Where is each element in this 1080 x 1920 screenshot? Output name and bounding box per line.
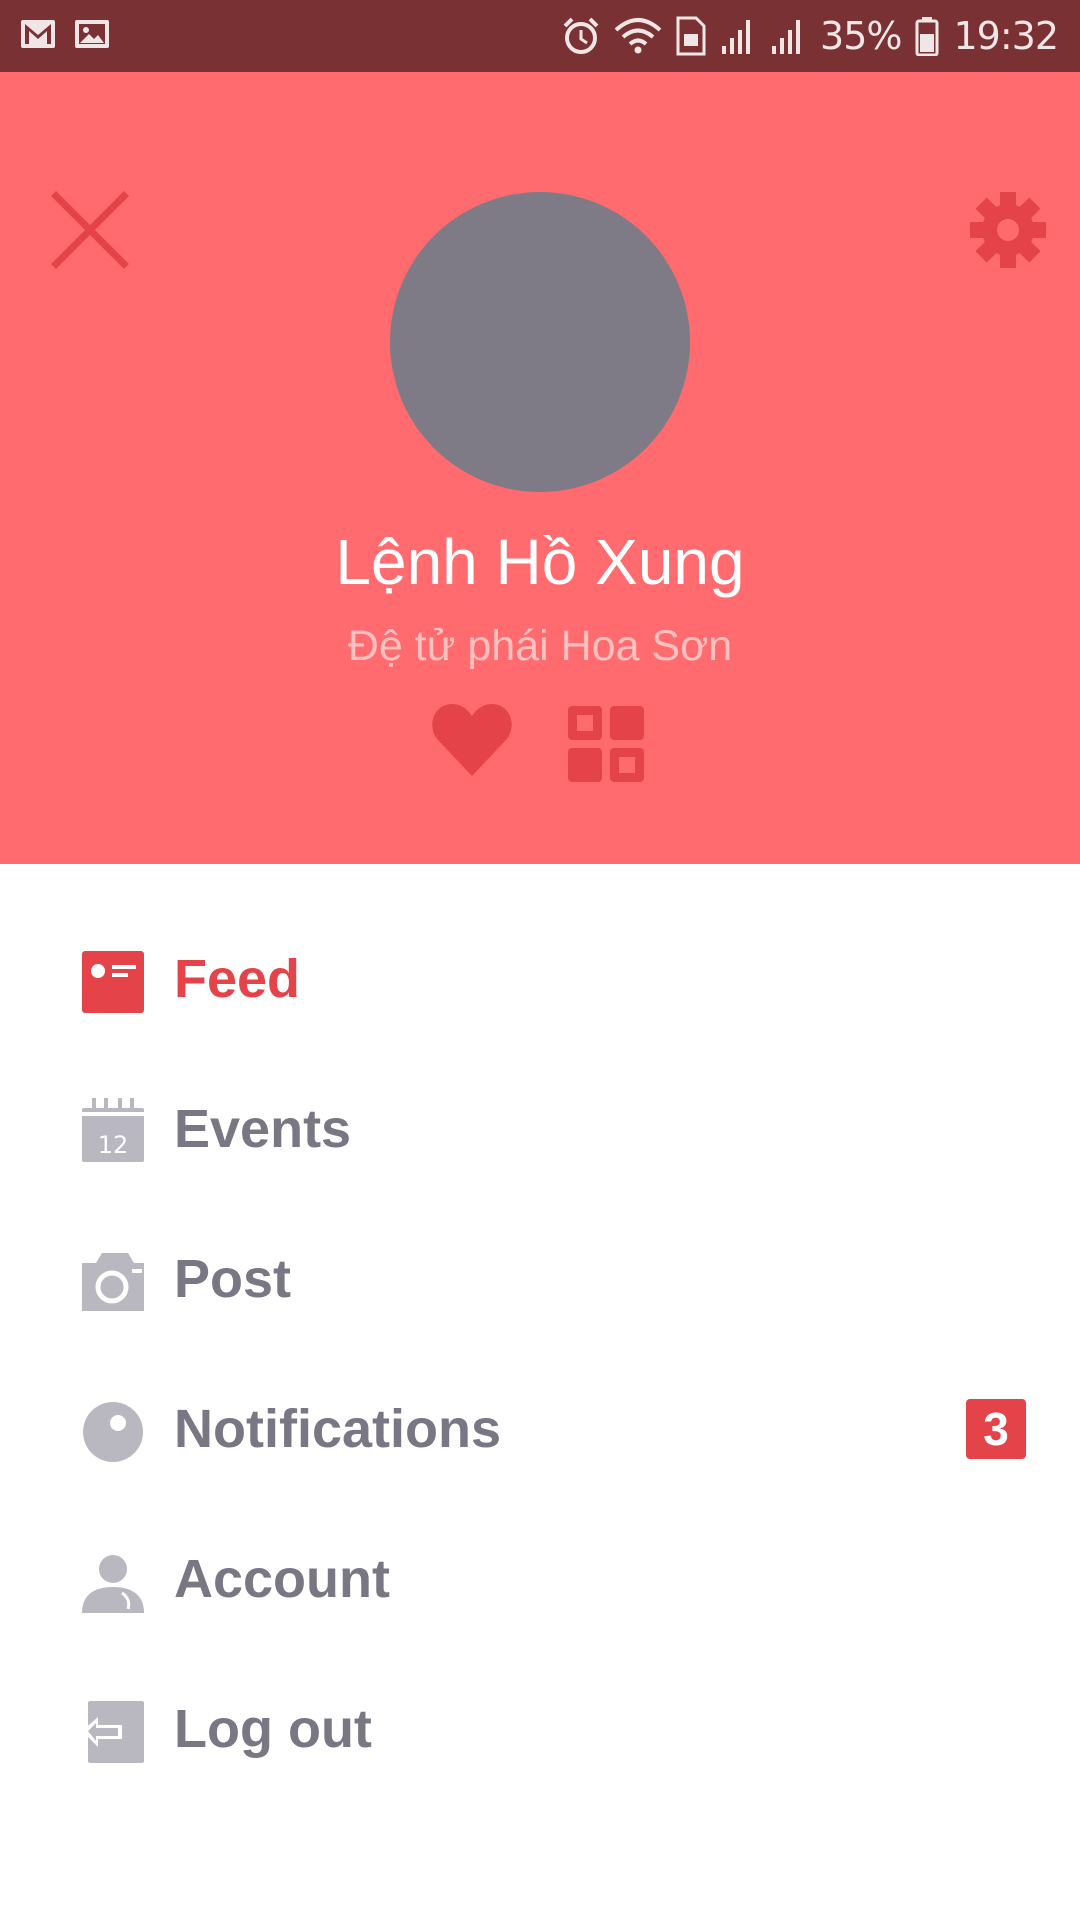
status-time: 19:32 bbox=[953, 14, 1059, 58]
qr-code-button[interactable] bbox=[566, 704, 646, 784]
menu-item-feed[interactable]: Feed bbox=[0, 906, 1080, 1056]
calendar-icon: 12 bbox=[82, 1098, 144, 1162]
status-notifications bbox=[20, 18, 110, 50]
profile-subtitle: Đệ tử phái Hoa Sơn bbox=[347, 622, 733, 670]
settings-button[interactable] bbox=[964, 186, 1052, 274]
notification-icon bbox=[83, 1402, 143, 1462]
camera-icon bbox=[82, 1253, 144, 1311]
menu-label-events: Events bbox=[174, 1099, 352, 1159]
menu-item-events[interactable]: 12 Events bbox=[0, 1056, 1080, 1206]
status-system: 35% 19:32 bbox=[562, 10, 1059, 62]
alarm-icon bbox=[563, 17, 599, 54]
profile-name: Lệnh Hồ Xung bbox=[335, 526, 745, 598]
qr-code-icon bbox=[568, 706, 644, 782]
avatar[interactable] bbox=[390, 192, 690, 492]
gmail-icon bbox=[21, 20, 55, 48]
calendar-day: 12 bbox=[98, 1131, 129, 1159]
wifi-icon bbox=[614, 18, 662, 54]
gear-icon bbox=[970, 192, 1046, 268]
menu-label-logout: Log out bbox=[174, 1699, 372, 1759]
battery-icon bbox=[915, 17, 939, 56]
feed-icon bbox=[82, 951, 144, 1013]
battery-percent: 35% bbox=[820, 14, 902, 58]
menu-item-post[interactable]: Post bbox=[0, 1206, 1080, 1356]
menu-label-post: Post bbox=[174, 1249, 292, 1309]
favorite-button[interactable] bbox=[430, 698, 514, 782]
menu-label-account: Account bbox=[174, 1549, 390, 1609]
menu-item-logout[interactable]: Log out bbox=[0, 1656, 1080, 1806]
status-bar: 35% 19:32 bbox=[0, 0, 1080, 72]
menu-item-account[interactable]: Account bbox=[0, 1506, 1080, 1656]
menu-label-notifications: Notifications bbox=[174, 1399, 502, 1459]
user-icon bbox=[82, 1555, 144, 1613]
signal-icon-2 bbox=[772, 20, 801, 54]
close-icon bbox=[51, 191, 129, 269]
profile-header: Lệnh Hồ Xung Đệ tử phái Hoa Sơn bbox=[0, 72, 1080, 864]
close-button[interactable] bbox=[46, 186, 134, 274]
sim-card-icon bbox=[676, 16, 706, 56]
navigation-menu: Feed 12 Events Post Notifications 3 Acco… bbox=[0, 906, 1080, 1806]
notification-badge: 3 bbox=[966, 1399, 1026, 1459]
logout-icon bbox=[82, 1701, 144, 1763]
signal-icon-1 bbox=[722, 20, 751, 54]
menu-item-notifications[interactable]: Notifications 3 bbox=[0, 1356, 1080, 1506]
heart-icon bbox=[432, 704, 512, 776]
gallery-icon bbox=[75, 20, 109, 48]
menu-label-feed: Feed bbox=[174, 949, 301, 1009]
